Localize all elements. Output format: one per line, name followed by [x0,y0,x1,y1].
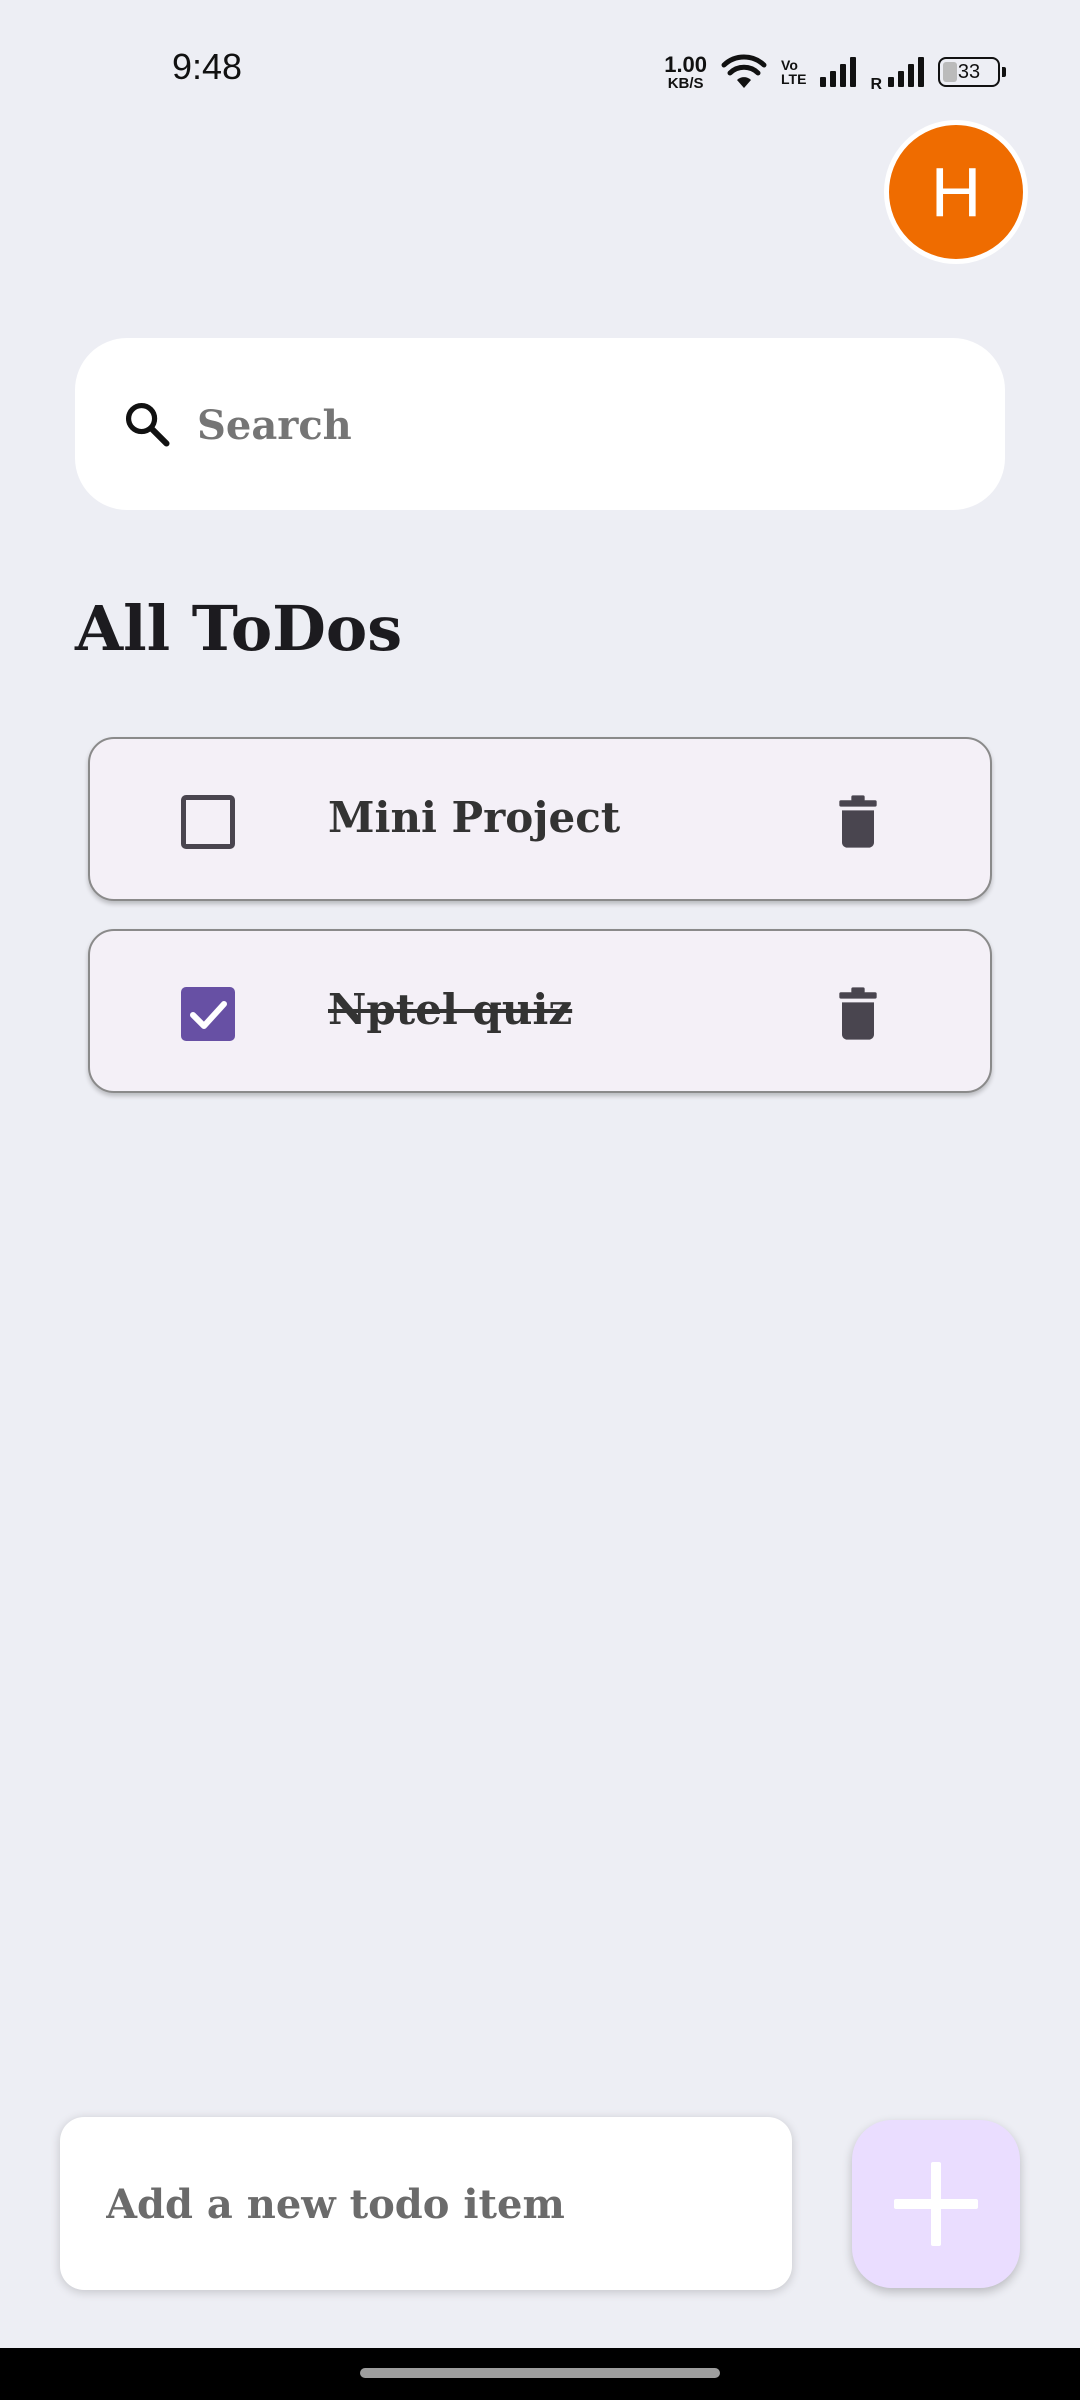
battery-level: 33 [957,60,981,83]
status-time: 9:48 [172,46,243,87]
network-speed-value: 1.00 [664,51,708,77]
status-icons: 1.00 KB/S Vo LTE R 33 [664,50,1006,94]
volte-top: Vo [781,57,798,73]
roaming-indicator: R [870,76,882,93]
todo-text: Nptel quiz [328,985,573,1034]
search-input[interactable] [195,378,959,472]
volte-bottom: LTE [781,71,807,87]
status-bar: 9:48 1.00 KB/S Vo LTE R 33 [0,0,1080,140]
todo-checkbox[interactable] [181,795,235,849]
todo-checkbox[interactable] [181,987,235,1041]
network-speed: 1.00 KB/S [664,51,708,92]
navigation-bar [0,2348,1080,2400]
add-todo-button[interactable] [852,2120,1020,2288]
todo-list: Mini Project Nptel quiz [88,737,992,1121]
plus-icon [894,2162,978,2246]
delete-icon[interactable] [826,981,890,1045]
page-title: All ToDos [75,592,403,665]
battery-icon: 33 [938,57,1006,87]
home-gesture-handle[interactable] [360,2368,720,2378]
network-speed-unit: KB/S [667,74,704,92]
wifi-icon [721,54,767,88]
add-todo-field[interactable] [60,2117,792,2290]
signal-icon-sim2 [888,57,924,87]
search-icon [125,402,170,447]
todo-item[interactable]: Mini Project [88,737,992,901]
todo-item[interactable]: Nptel quiz [88,929,992,1093]
search-bar[interactable] [75,338,1005,510]
add-todo-input[interactable] [104,2157,768,2251]
signal-icon-sim1 [820,57,857,87]
checkmark-icon [190,1001,227,1029]
todo-text: Mini Project [328,793,621,842]
delete-icon[interactable] [826,789,890,853]
volte-icon: Vo LTE [781,58,806,86]
avatar[interactable]: H [884,120,1028,264]
